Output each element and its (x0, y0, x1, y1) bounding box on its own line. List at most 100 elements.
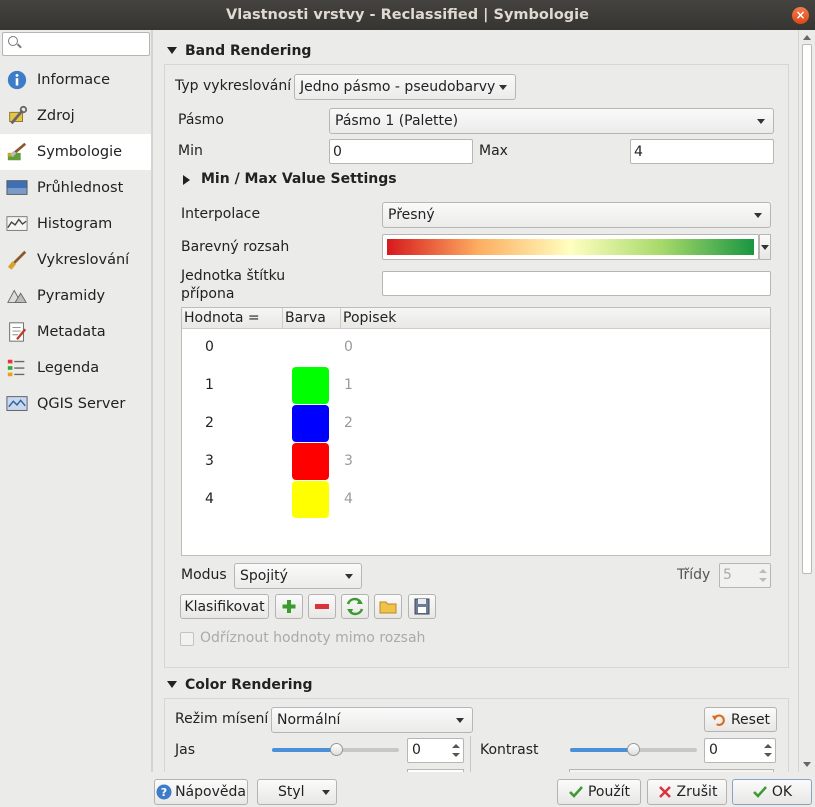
sidebar-item-vykreslovani[interactable]: Vykreslování (0, 242, 151, 278)
expand-minmax-icon[interactable] (183, 175, 190, 185)
apply-button[interactable]: Použít (557, 779, 641, 805)
row-color-swatch[interactable] (292, 405, 329, 442)
classes-label: Třídy (677, 567, 711, 583)
row-color-swatch[interactable] (292, 443, 329, 480)
sidebar-item-metadata[interactable]: Metadata (0, 314, 151, 350)
rendering-brush-icon (7, 250, 27, 270)
mode-select[interactable]: Spojitý (234, 563, 362, 589)
band-rendering-title[interactable]: Band Rendering (185, 43, 311, 59)
header-color[interactable]: Barva (285, 310, 326, 326)
brightness-slider-handle[interactable] (330, 743, 343, 756)
add-class-button[interactable] (275, 594, 303, 619)
invert-colors-button[interactable] (341, 594, 369, 619)
minmax-settings-title[interactable]: Min / Max Value Settings (201, 171, 397, 187)
search-input[interactable] (2, 32, 150, 56)
apply-label: Použít (587, 784, 631, 800)
source-wrench-icon (9, 105, 28, 125)
load-colormap-button[interactable] (374, 594, 402, 619)
scroll-up-icon[interactable] (803, 35, 811, 40)
sidebar: Informace Zdroj Symbologie Průhlednost H… (0, 30, 151, 772)
ok-label: OK (771, 784, 793, 800)
header-label[interactable]: Popisek (343, 310, 396, 326)
sidebar-item-label: Histogram (37, 216, 113, 232)
cancel-label: Zrušit (676, 784, 718, 800)
help-button[interactable]: ? Nápověda (154, 779, 248, 805)
svg-text:?: ? (161, 786, 167, 799)
color-ramp-button[interactable] (382, 234, 759, 260)
contrast-slider-fill (570, 748, 634, 752)
sidebar-item-pyramidy[interactable]: Pyramidy (0, 278, 151, 314)
brightness-slider[interactable] (272, 743, 399, 756)
qgis-server-icon (6, 396, 28, 411)
chevron-down-icon (754, 213, 762, 218)
row-value: 3 (205, 453, 214, 469)
spin-down-icon[interactable] (764, 753, 772, 757)
classes-spinbox[interactable]: 5 (719, 563, 771, 588)
row-value: 4 (205, 491, 214, 507)
plus-icon (282, 600, 296, 613)
scroll-down-icon[interactable] (803, 762, 811, 767)
band-label: Pásmo (178, 112, 224, 128)
sidebar-item-label: Vykreslování (37, 252, 130, 268)
sidebar-item-pruhlednost[interactable]: Průhlednost (0, 170, 151, 206)
ok-button[interactable]: OK (732, 779, 812, 805)
interpolation-select[interactable]: Přesný (382, 202, 771, 228)
sidebar-item-label: Pyramidy (37, 288, 106, 304)
color-rendering-title[interactable]: Color Rendering (185, 677, 313, 693)
contrast-slider-handle[interactable] (627, 743, 640, 756)
reset-label: Reset (730, 711, 771, 728)
table-row[interactable]: 1 1 (182, 367, 770, 405)
clip-checkbox[interactable] (180, 632, 194, 646)
spin-down-icon[interactable] (452, 753, 460, 757)
row-color-swatch[interactable] (292, 367, 329, 404)
render-type-select[interactable]: Jedno pásmo - pseudobarvy (294, 74, 516, 100)
unit-suffix-field[interactable] (382, 271, 771, 296)
chevron-down-icon (761, 245, 769, 250)
contrast-slider[interactable] (570, 743, 697, 756)
cancel-button[interactable]: Zrušit (647, 779, 727, 805)
remove-class-button[interactable] (308, 594, 336, 619)
color-ramp-menu-button[interactable] (759, 234, 771, 260)
sidebar-item-zdroj[interactable]: Zdroj (0, 98, 151, 134)
header-value[interactable]: Hodnota = (184, 310, 260, 326)
style-menu-button[interactable]: Styl (257, 779, 337, 805)
max-field[interactable]: 4 (630, 139, 774, 164)
collapse-band-rendering-icon[interactable] (167, 47, 177, 54)
blend-mode-value: Normální (277, 712, 341, 728)
table-row[interactable]: 0 0 (182, 329, 770, 367)
spin-up-icon[interactable] (452, 744, 460, 748)
sidebar-item-legenda[interactable]: Legenda (0, 350, 151, 386)
spin-up-icon[interactable] (764, 744, 772, 748)
chevron-down-icon (322, 790, 330, 795)
close-window-button[interactable]: × (792, 7, 809, 24)
brightness-spinbox[interactable]: 0 (407, 738, 464, 763)
classify-button[interactable]: Klasifikovat (180, 594, 269, 619)
table-row[interactable]: 3 3 (182, 443, 770, 481)
export-colormap-button[interactable] (408, 594, 436, 619)
scrollbar-thumb[interactable] (802, 44, 812, 574)
legend-icon (7, 359, 25, 377)
sidebar-item-symbologie[interactable]: Symbologie (0, 134, 151, 170)
spin-up-icon[interactable] (759, 569, 767, 573)
row-value: 2 (205, 415, 214, 431)
row-color-swatch[interactable] (292, 481, 329, 518)
reset-button[interactable]: Reset (704, 707, 777, 732)
sidebar-item-histogram[interactable]: Histogram (0, 206, 151, 242)
contrast-spinbox[interactable]: 0 (704, 738, 776, 763)
table-row[interactable]: 2 2 (182, 405, 770, 443)
blend-mode-select[interactable]: Normální (271, 707, 473, 733)
render-type-label: Typ vykreslování (175, 78, 292, 94)
sidebar-item-qgis-server[interactable]: QGIS Server (0, 386, 151, 422)
row-label: 1 (344, 377, 353, 393)
sidebar-item-informace[interactable]: Informace (0, 62, 151, 98)
spin-down-icon[interactable] (759, 578, 767, 582)
min-field[interactable]: 0 (329, 139, 473, 164)
vertical-scrollbar[interactable] (798, 30, 815, 772)
row-value: 1 (205, 377, 214, 393)
collapse-color-rendering-icon[interactable] (167, 681, 177, 688)
row-value: 0 (205, 339, 214, 355)
row-label: 3 (344, 453, 353, 469)
band-select[interactable]: Pásmo 1 (Palette) (329, 108, 774, 134)
table-row[interactable]: 4 4 (182, 481, 770, 519)
chevron-down-icon (499, 85, 507, 90)
